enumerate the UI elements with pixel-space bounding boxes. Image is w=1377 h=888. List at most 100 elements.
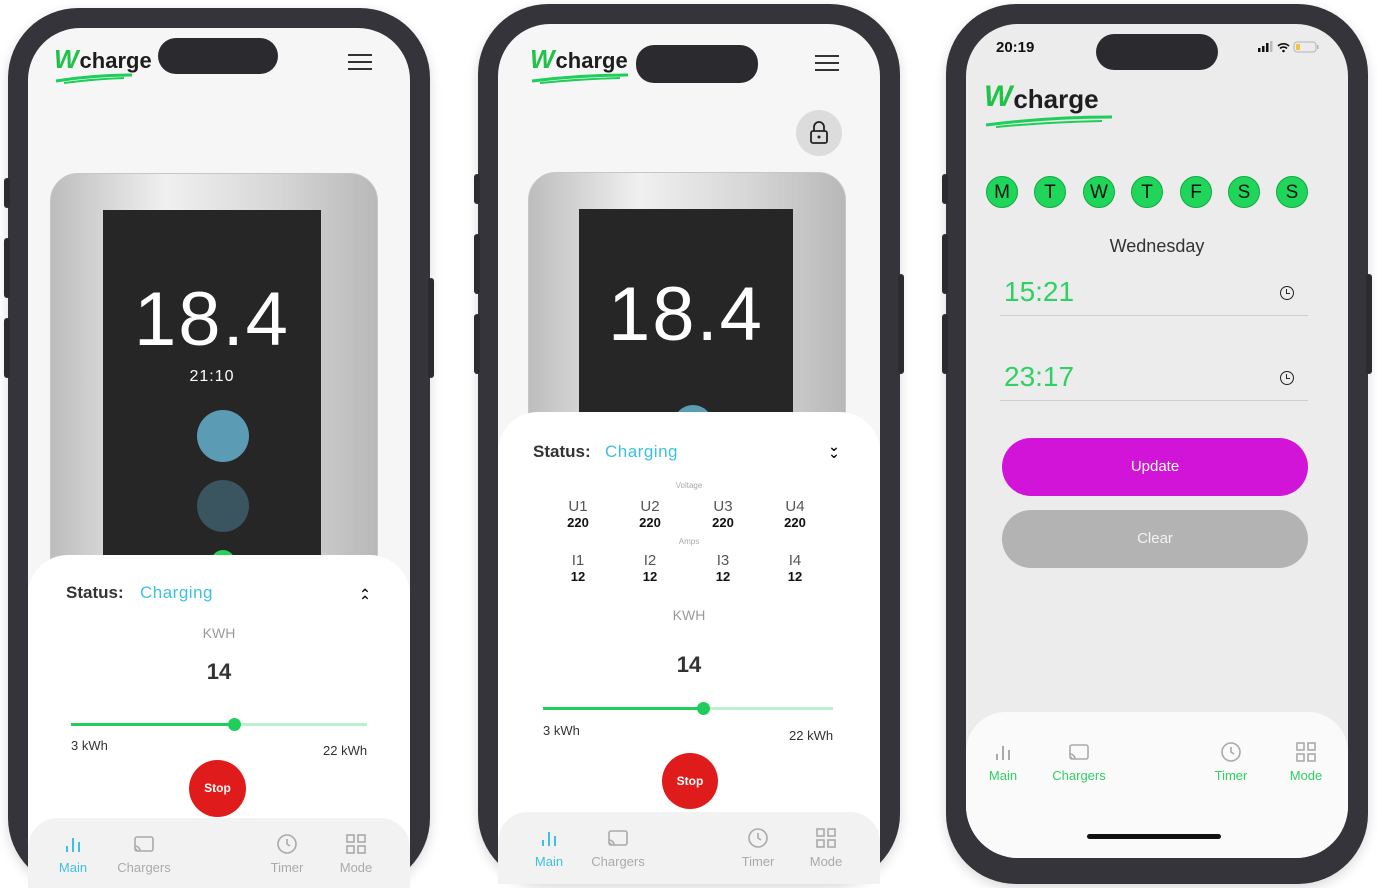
charger-display: 18.4	[579, 209, 793, 445]
clock-icon	[748, 828, 768, 848]
side-button	[4, 318, 10, 378]
nav-main[interactable]: Main	[968, 740, 1038, 783]
status-value: Charging	[140, 583, 213, 602]
nav-mode[interactable]: Mode	[791, 826, 861, 869]
nav-timer[interactable]: Timer	[723, 826, 793, 869]
kwh-label: KWH	[202, 625, 236, 641]
nav-timer[interactable]: Timer	[1196, 740, 1266, 783]
clock-icon[interactable]	[1280, 371, 1294, 385]
stop-button[interactable]: Stop	[189, 760, 246, 817]
selected-day-title: Wednesday	[1109, 236, 1205, 256]
chevron-up-icon[interactable]: ⌃ ⌃	[358, 587, 372, 608]
clock-icon	[1221, 742, 1241, 762]
day-sunday[interactable]: S	[1276, 176, 1308, 208]
kwh-slider[interactable]	[543, 702, 833, 715]
update-button[interactable]: Update	[1002, 438, 1308, 496]
chevron-down-icon[interactable]: ⌄ ⌄	[827, 439, 841, 460]
nav-mode[interactable]: Mode	[321, 832, 391, 875]
stop-button[interactable]: Stop	[662, 753, 718, 809]
range-max: 22 kWh	[789, 728, 834, 743]
nav-main[interactable]: Main	[514, 826, 584, 869]
grid-icon	[816, 828, 836, 848]
logo-swoosh	[985, 115, 1113, 128]
nav-main[interactable]: Main	[38, 832, 108, 875]
bar-chart-icon	[996, 746, 1010, 760]
start-time-field[interactable]: 15:21	[1000, 276, 1308, 316]
current-cell: I4 12	[787, 552, 803, 584]
bottom-nav: Main Chargers Timer Mode	[966, 712, 1348, 858]
home-indicator[interactable]	[1087, 834, 1221, 839]
clock-icon[interactable]	[1280, 286, 1294, 300]
nav-chargers[interactable]: Chargers	[583, 826, 653, 869]
indicator-light	[197, 480, 249, 532]
day-monday[interactable]: M	[986, 176, 1018, 208]
voltage-label: Voltage	[675, 481, 703, 490]
status-bar-time: 20:19	[996, 39, 1035, 56]
logo-swoosh	[531, 73, 629, 84]
kwh-value: 14	[206, 659, 232, 684]
side-button	[942, 234, 948, 294]
lock-button[interactable]	[796, 110, 842, 156]
side-button	[428, 278, 434, 378]
current-cell: I3 12	[715, 552, 731, 584]
cast-icon	[608, 830, 628, 846]
side-button	[942, 314, 948, 374]
status-label: Status:	[66, 583, 124, 602]
charger-device: 18.4 21:10	[50, 173, 378, 594]
charger-reading: 18.4	[608, 272, 764, 357]
wcharge-logo: Wcharge	[984, 82, 1113, 128]
clear-button[interactable]: Clear	[1002, 510, 1308, 568]
charger-reading: 18.4	[134, 277, 290, 362]
slider-fill	[543, 707, 703, 710]
slider-fill	[71, 723, 234, 726]
day-thursday[interactable]: T	[1131, 176, 1163, 208]
kwh-slider[interactable]	[71, 718, 367, 731]
day-wednesday[interactable]: W	[1083, 176, 1115, 208]
kwh-label: KWH	[672, 607, 706, 623]
bar-chart-icon	[66, 838, 80, 852]
screen-main-expanded: Wcharge 18.4 Status: Charging ⌄ ⌄ Voltage…	[498, 24, 880, 884]
side-button	[942, 174, 948, 204]
nav-mode[interactable]: Mode	[1271, 740, 1341, 783]
range-max: 22 kWh	[323, 743, 368, 758]
day-tuesday[interactable]: T	[1034, 176, 1066, 208]
day-friday[interactable]: F	[1180, 176, 1212, 208]
status-label: Status:	[533, 442, 591, 461]
side-button	[4, 178, 10, 208]
side-button	[4, 238, 10, 298]
kwh-value: 14	[676, 652, 702, 677]
bottom-nav: Main Chargers Timer Mode	[28, 818, 410, 888]
voltage-cell: U3 220	[712, 498, 734, 530]
end-time-field[interactable]: 23:17	[1000, 361, 1308, 401]
phone-3: 20:19 Wcharge M T W T F S S Wednesday 15…	[942, 4, 1372, 884]
end-time-value: 23:17	[1004, 361, 1075, 392]
current-cell: I2 12	[642, 552, 658, 584]
nav-chargers[interactable]: Chargers	[1044, 740, 1114, 783]
hamburger-menu-icon[interactable]	[348, 54, 372, 70]
phone-2: Wcharge 18.4 Status: Charging ⌄ ⌄ Voltage…	[474, 4, 904, 884]
screen-timer: 20:19 Wcharge M T W T F S S Wednesday 15…	[966, 24, 1348, 858]
side-button	[474, 234, 480, 294]
bar-chart-icon	[542, 832, 556, 846]
slider-thumb[interactable]	[697, 702, 710, 715]
nav-chargers[interactable]: Chargers	[109, 832, 179, 875]
slider-thumb[interactable]	[228, 718, 241, 731]
current-cell: I1 12	[570, 552, 586, 584]
status-value: Charging	[605, 442, 678, 461]
amps-label: Amps	[678, 537, 700, 546]
start-time-value: 15:21	[1004, 276, 1075, 307]
lock-icon	[810, 121, 828, 144]
hamburger-menu-icon[interactable]	[815, 55, 839, 71]
cast-icon	[134, 836, 154, 852]
day-saturday[interactable]: S	[1228, 176, 1260, 208]
nav-timer[interactable]: Timer	[252, 832, 322, 875]
logo-swoosh	[55, 73, 133, 84]
dynamic-island	[158, 38, 278, 74]
clock-icon	[277, 834, 297, 854]
wcharge-logo: Wcharge	[54, 46, 152, 84]
side-button	[474, 314, 480, 374]
screen-main: Wcharge 18.4 21:10 Status: Charging ⌃ ⌃ K…	[28, 28, 410, 888]
side-button	[898, 274, 904, 374]
side-button	[1366, 274, 1372, 374]
wcharge-logo: Wcharge	[530, 46, 629, 84]
